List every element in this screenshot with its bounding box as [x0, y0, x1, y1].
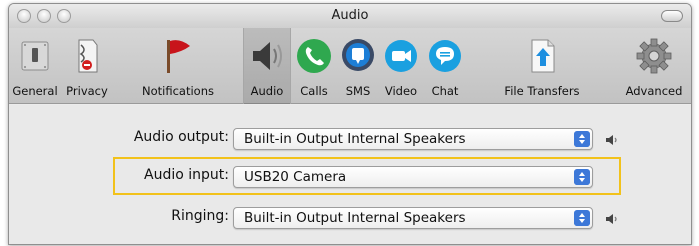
- tab-general[interactable]: General: [9, 28, 61, 104]
- speaker-icon: [253, 42, 282, 70]
- audio-input-label: Audio input:: [144, 167, 229, 183]
- switch-icon: [21, 41, 49, 71]
- popup-arrows-icon: [574, 169, 590, 185]
- tab-video[interactable]: Video: [379, 28, 423, 104]
- tab-advanced[interactable]: Advanced: [617, 28, 691, 104]
- tab-chat[interactable]: Chat: [423, 28, 467, 104]
- tab-privacy-label: Privacy: [66, 84, 108, 98]
- tab-sms-label: SMS: [345, 84, 371, 98]
- audio-output-value: Built-in Output Internal Speakers: [244, 131, 466, 147]
- tab-sms[interactable]: SMS: [337, 28, 379, 104]
- audio-output-select[interactable]: Built-in Output Internal Speakers: [233, 128, 593, 150]
- chat-bubble-icon: [429, 40, 461, 72]
- tab-video-label: Video: [384, 84, 418, 98]
- tab-file-transfers[interactable]: File Transfers: [467, 28, 617, 104]
- tab-general-label: General: [12, 84, 58, 98]
- audio-output-label: Audio output:: [133, 129, 229, 145]
- tab-audio[interactable]: Audio: [243, 28, 291, 104]
- ringing-test-speaker-icon[interactable]: [605, 213, 619, 225]
- ringing-label: Ringing:: [171, 208, 229, 224]
- tab-chat-label: Chat: [431, 84, 459, 98]
- toolbar-toggle-button[interactable]: [661, 10, 683, 22]
- file-transfer-icon: [531, 39, 555, 73]
- flag-icon: [167, 40, 190, 73]
- audio-input-value: USB20 Camera: [244, 169, 347, 185]
- tab-calls[interactable]: Calls: [291, 28, 337, 104]
- title-bar: Audio: [9, 4, 691, 28]
- preferences-toolbar: General Privacy Notifications Audio Call…: [9, 28, 691, 104]
- tab-file-transfers-label: File Transfers: [504, 84, 580, 98]
- popup-arrows-icon: [574, 210, 590, 226]
- ringing-value: Built-in Output Internal Speakers: [244, 210, 466, 226]
- audio-input-select[interactable]: USB20 Camera: [233, 166, 593, 188]
- tab-audio-label: Audio: [250, 84, 284, 98]
- tab-notifications-label: Notifications: [142, 84, 214, 98]
- tab-notifications[interactable]: Notifications: [113, 28, 243, 104]
- tab-calls-label: Calls: [300, 84, 328, 98]
- gear-icon: [636, 38, 672, 74]
- video-camera-icon: [385, 40, 417, 72]
- sms-icon: [342, 39, 374, 71]
- tab-privacy[interactable]: Privacy: [61, 28, 113, 104]
- preferences-window: Audio General Privacy Notifications Audi…: [8, 3, 692, 245]
- window-title: Audio: [331, 8, 369, 23]
- ringing-select[interactable]: Built-in Output Internal Speakers: [233, 207, 593, 229]
- audio-output-test-speaker-icon[interactable]: [605, 134, 619, 146]
- privacy-icon: [78, 39, 98, 73]
- audio-settings-panel: Audio output: Built-in Output Internal S…: [9, 105, 691, 244]
- phone-icon: [297, 39, 331, 73]
- popup-arrows-icon: [574, 131, 590, 147]
- tab-advanced-label: Advanced: [625, 84, 683, 98]
